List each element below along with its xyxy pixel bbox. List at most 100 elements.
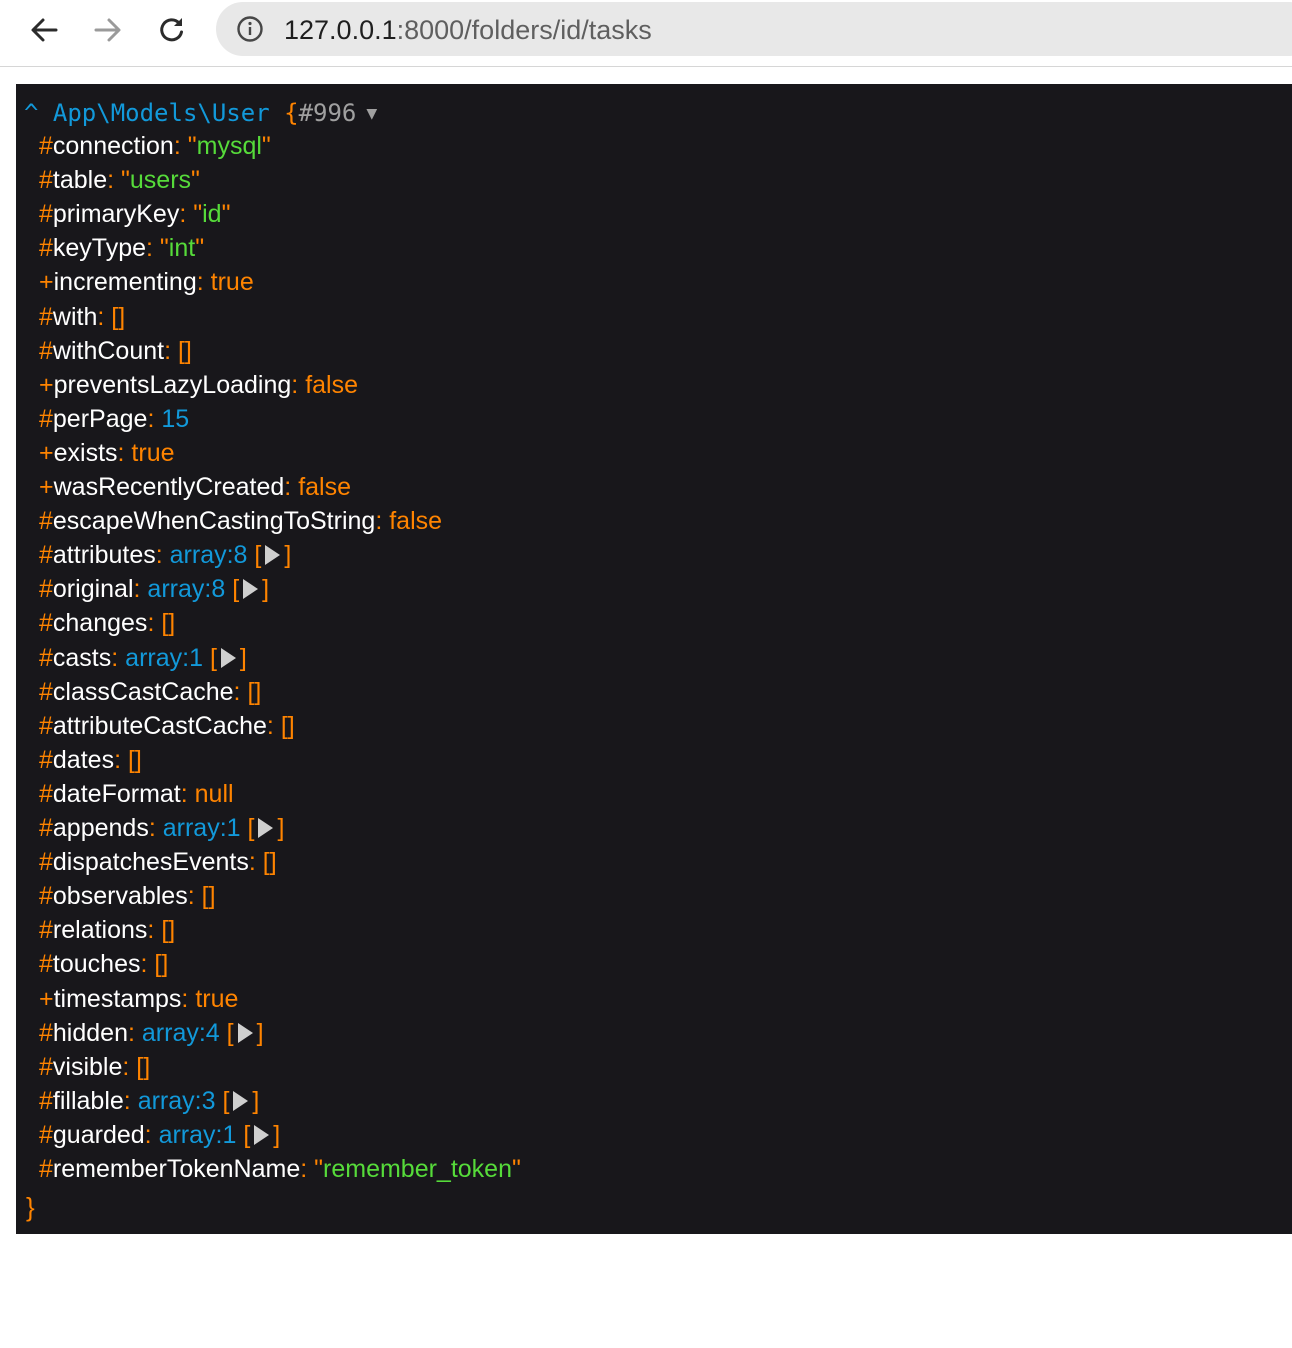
property-name: wasRecentlyCreated <box>53 473 285 501</box>
property-value-empty-array: [] <box>136 1052 151 1081</box>
property-visibility: # <box>39 609 53 638</box>
property-visibility: # <box>39 848 53 877</box>
property-name: exists <box>53 438 118 467</box>
property-visibility: # <box>39 1155 53 1183</box>
property-value-constant: true <box>210 268 254 297</box>
property-visibility: # <box>39 404 53 433</box>
property-row: +wasRecentlyCreated: false <box>39 470 351 504</box>
property-visibility: # <box>39 200 53 229</box>
quote-mark: " <box>512 1155 521 1183</box>
expand-triangle-icon[interactable] <box>233 1090 249 1111</box>
property-value-array: array:8 <box>147 575 226 604</box>
property-value-constant: null <box>194 779 234 808</box>
arrow-right-icon <box>94 18 121 42</box>
property-separator: : <box>114 745 128 774</box>
expand-triangle-icon[interactable] <box>265 545 281 566</box>
property-name: dates <box>52 745 115 774</box>
property-value-string: int <box>168 234 196 263</box>
forward-button[interactable] <box>88 10 128 50</box>
bracket-open: [ <box>226 1018 234 1047</box>
property-visibility: # <box>39 677 53 706</box>
property-value-string: mysql <box>196 132 262 160</box>
object-ref: #996 <box>298 99 357 127</box>
toggle-icon[interactable]: ▼ <box>366 103 377 124</box>
property-row: #original: array:8 [] <box>39 572 269 606</box>
property-row: #attributes: array:8 [] <box>39 538 291 572</box>
property-separator: : <box>146 234 160 263</box>
property-row: #observables: [] <box>39 879 216 913</box>
url-path: :8000/folders/id/tasks <box>396 15 652 45</box>
dump-header[interactable]: ^ App\Models\User {#996 ▼ <box>24 96 377 130</box>
property-row: #dispatchesEvents: [] <box>39 845 277 879</box>
property-name: observables <box>52 882 188 911</box>
property-name: attributes <box>52 541 156 570</box>
url-text[interactable]: 127.0.0.1:8000/folders/id/tasks <box>284 2 652 56</box>
property-row: +preventsLazyLoading: false <box>39 368 358 402</box>
property-value-array: array:1 <box>158 1120 237 1149</box>
property-name: guarded <box>52 1120 145 1149</box>
expand-triangle-icon[interactable] <box>237 1022 253 1043</box>
property-visibility: + <box>39 473 54 501</box>
expand-triangle-icon[interactable] <box>254 1124 270 1145</box>
collapse-caret[interactable]: ^ <box>24 99 38 127</box>
property-name: casts <box>52 643 112 672</box>
property-separator: : <box>284 473 299 501</box>
property-value-number: 15 <box>161 404 190 433</box>
quote-mark: " <box>193 200 203 229</box>
address-bar[interactable]: 127.0.0.1:8000/folders/id/tasks <box>216 2 1292 56</box>
reload-button[interactable] <box>152 10 192 50</box>
property-row: #hidden: array:4 [] <box>39 1016 264 1050</box>
property-row: #changes: [] <box>39 606 175 640</box>
property-value-constant: false <box>305 370 358 399</box>
property-row: #appends: array:1 [] <box>39 811 284 845</box>
quote-mark: " <box>121 166 130 195</box>
property-row: #keyType: "int" <box>39 231 204 265</box>
bracket-open: [ <box>247 814 255 842</box>
property-visibility: # <box>39 916 53 945</box>
property-separator: : <box>291 370 306 399</box>
property-separator: : <box>127 1018 142 1047</box>
property-separator: : <box>179 200 194 229</box>
property-visibility: # <box>39 711 53 740</box>
property-visibility: # <box>39 302 53 331</box>
property-separator: : <box>97 302 112 331</box>
property-visibility: # <box>39 814 53 842</box>
property-separator: : <box>117 438 132 467</box>
property-separator: : <box>173 132 188 160</box>
property-separator: : <box>164 336 178 365</box>
expand-triangle-icon[interactable] <box>220 647 236 668</box>
property-row: +exists: true <box>39 436 175 470</box>
property-visibility: # <box>39 882 53 911</box>
open-brace: { <box>284 99 299 127</box>
property-value-string: users <box>129 166 192 195</box>
property-separator: : <box>375 507 390 536</box>
bracket-open: [ <box>243 1120 251 1149</box>
property-separator: : <box>300 1155 315 1183</box>
back-button[interactable] <box>24 10 64 50</box>
property-visibility: # <box>39 745 53 774</box>
info-icon[interactable] <box>236 15 264 43</box>
bracket-open: [ <box>254 541 262 570</box>
expand-triangle-icon[interactable] <box>258 818 274 838</box>
property-name: with <box>52 302 98 331</box>
property-visibility: # <box>39 1018 53 1047</box>
bracket-close: ] <box>262 575 270 604</box>
property-value-array: array:4 <box>141 1018 220 1047</box>
property-value-empty-array: [] <box>177 336 192 365</box>
property-name: changes <box>52 609 148 638</box>
url-host: 127.0.0.1 <box>284 15 397 45</box>
property-separator: : <box>122 1052 137 1081</box>
property-name: primaryKey <box>52 200 180 229</box>
expand-triangle-icon[interactable] <box>243 579 259 600</box>
property-name: preventsLazyLoading <box>53 370 292 399</box>
property-separator: : <box>147 916 162 945</box>
property-row: #escapeWhenCastingToString: false <box>39 504 442 538</box>
property-name: relations <box>52 916 148 945</box>
property-row: #table: "users" <box>39 163 200 197</box>
quote-mark: " <box>191 166 200 195</box>
property-name: keyType <box>52 234 147 263</box>
bracket-close: ] <box>273 1120 281 1149</box>
property-visibility: # <box>39 541 53 570</box>
property-visibility: # <box>39 507 53 536</box>
property-visibility: # <box>39 1120 53 1149</box>
